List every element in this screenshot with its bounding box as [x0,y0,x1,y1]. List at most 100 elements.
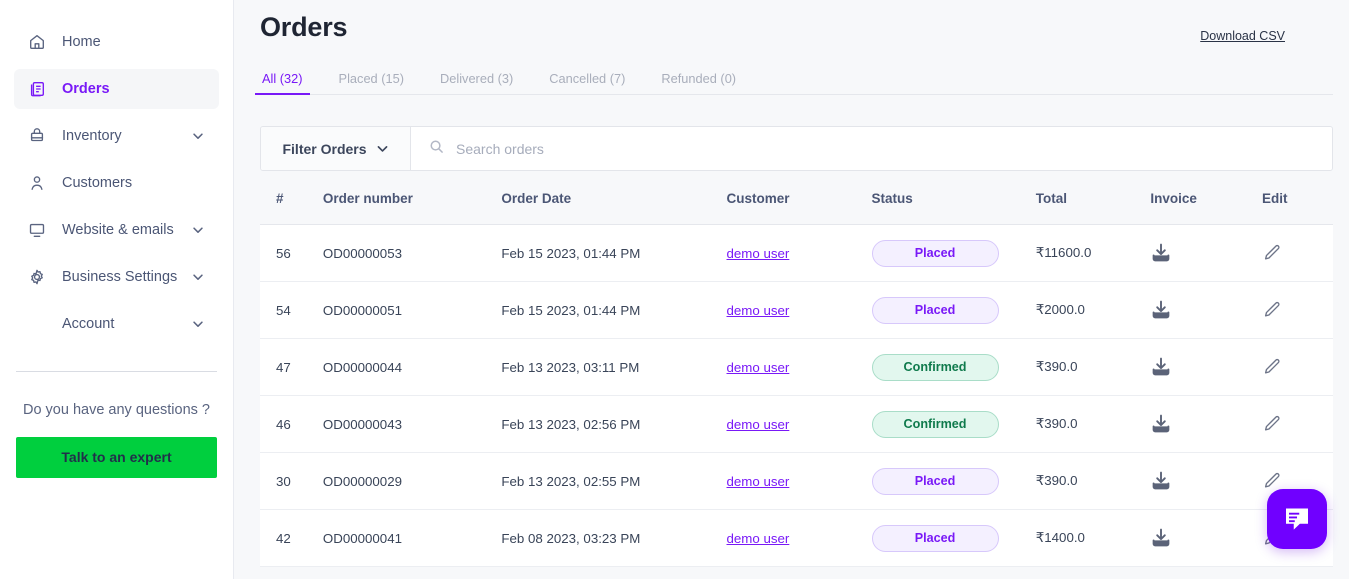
filter-orders-label: Filter Orders [282,141,366,157]
chevron-down-icon[interactable] [191,223,205,237]
customer-link[interactable]: demo user [727,360,790,375]
search-container [411,127,1332,170]
column-header-order-number: Order number [323,171,501,225]
talk-to-expert-button[interactable]: Talk to an expert [16,437,217,478]
download-invoice-button[interactable] [1150,299,1172,321]
download-icon [1150,527,1172,549]
cell-edit [1262,396,1333,453]
cell-order-number: OD00000051 [323,282,501,339]
sidebar-item-inventory[interactable]: Inventory [14,116,219,156]
cell-total: ₹390.0 [1036,453,1151,510]
chevron-down-icon[interactable] [191,129,205,143]
cell-index: 56 [260,225,323,282]
download-invoice-button[interactable] [1150,470,1172,492]
status-badge: Placed [872,468,999,495]
orders-table: # Order number Order Date Customer Statu… [260,171,1333,567]
sidebar-item-website-emails[interactable]: Website & emails [14,210,219,250]
sidebar-item-label: Orders [62,81,205,97]
orders-icon [26,78,48,100]
table-row[interactable]: 46OD00000043Feb 13 2023, 02:56 PMdemo us… [260,396,1333,453]
tab-cancelled[interactable]: Cancelled (7) [547,71,627,94]
chevron-down-icon[interactable] [191,317,205,331]
cell-invoice [1150,282,1262,339]
sidebar-item-label: Website & emails [62,222,191,238]
customer-link[interactable]: demo user [727,531,790,546]
filter-orders-button[interactable]: Filter Orders [261,127,411,170]
tab-refunded[interactable]: Refunded (0) [659,71,738,94]
app-root: Home Orders Inventory Customers Website & em… [0,0,1349,579]
table-header-row: # Order number Order Date Customer Statu… [260,171,1333,225]
main-content: Orders Download CSV All (32) Placed (15) D… [234,0,1349,579]
cell-index: 54 [260,282,323,339]
chat-support-button[interactable] [1267,489,1327,549]
cell-order-number: OD00000053 [323,225,501,282]
table-body: 56OD00000053Feb 15 2023, 01:44 PMdemo us… [260,225,1333,567]
cell-total: ₹2000.0 [1036,282,1151,339]
table-head: # Order number Order Date Customer Statu… [260,171,1333,225]
download-invoice-button[interactable] [1150,242,1172,264]
chevron-down-icon [376,142,389,155]
download-csv-link[interactable]: Download CSV [1200,29,1285,43]
status-badge: Confirmed [872,354,999,381]
cell-index: 30 [260,453,323,510]
pencil-icon [1262,243,1282,263]
download-invoice-button[interactable] [1150,356,1172,378]
customer-link[interactable]: demo user [727,303,790,318]
cell-customer: demo user [727,225,872,282]
pencil-icon [1262,357,1282,377]
customer-link[interactable]: demo user [727,417,790,432]
chat-bubble-icon [1282,504,1312,534]
home-icon [26,31,48,53]
column-header-invoice: Invoice [1150,171,1262,225]
sidebar-item-orders[interactable]: Orders [14,69,219,109]
edit-order-button[interactable] [1262,300,1282,320]
tab-delivered[interactable]: Delivered (3) [438,71,515,94]
tab-placed[interactable]: Placed (15) [337,71,406,94]
page-title: Orders [260,12,347,43]
column-header-total: Total [1036,171,1151,225]
customer-link[interactable]: demo user [727,474,790,489]
sidebar-item-account[interactable]: Account [14,304,219,344]
cell-status: Placed [872,282,1036,339]
cell-order-date: Feb 13 2023, 02:55 PM [501,453,726,510]
cell-edit [1262,339,1333,396]
cell-status: Confirmed [872,339,1036,396]
download-invoice-button[interactable] [1150,413,1172,435]
table-row[interactable]: 47OD00000044Feb 13 2023, 03:11 PMdemo us… [260,339,1333,396]
download-icon [1150,242,1172,264]
search-input[interactable] [444,127,1332,170]
cell-status: Placed [872,453,1036,510]
cell-index: 46 [260,396,323,453]
page-header: Orders Download CSV [234,0,1349,43]
status-badge: Placed [872,240,999,267]
sidebar-item-business-settings[interactable]: Business Settings [14,257,219,297]
edit-order-button[interactable] [1262,357,1282,377]
table-row[interactable]: 42OD00000041Feb 08 2023, 03:23 PMdemo us… [260,510,1333,567]
cell-invoice [1150,339,1262,396]
edit-order-button[interactable] [1262,243,1282,263]
tab-all[interactable]: All (32) [260,71,305,94]
download-icon [1150,470,1172,492]
sidebar-item-customers[interactable]: Customers [14,163,219,203]
chevron-down-icon[interactable] [191,270,205,284]
edit-order-button[interactable] [1262,414,1282,434]
customers-icon [26,172,48,194]
sidebar-item-label: Inventory [62,128,191,144]
edit-order-button[interactable] [1262,471,1282,491]
customer-link[interactable]: demo user [727,246,790,261]
sidebar-divider [16,371,217,372]
column-header-index: # [260,171,323,225]
cell-order-number: OD00000044 [323,339,501,396]
sidebar-help-text: Do you have any questions ? [0,402,233,418]
table-row[interactable]: 30OD00000029Feb 13 2023, 02:55 PMdemo us… [260,453,1333,510]
sidebar-item-label: Customers [62,175,205,191]
search-icon [429,139,444,159]
table-row[interactable]: 54OD00000051Feb 15 2023, 01:44 PMdemo us… [260,282,1333,339]
cell-total: ₹390.0 [1036,396,1151,453]
sidebar-item-home[interactable]: Home [14,22,219,62]
sidebar-item-label: Home [62,34,205,50]
cell-invoice [1150,453,1262,510]
table-row[interactable]: 56OD00000053Feb 15 2023, 01:44 PMdemo us… [260,225,1333,282]
download-invoice-button[interactable] [1150,527,1172,549]
column-header-status: Status [872,171,1036,225]
